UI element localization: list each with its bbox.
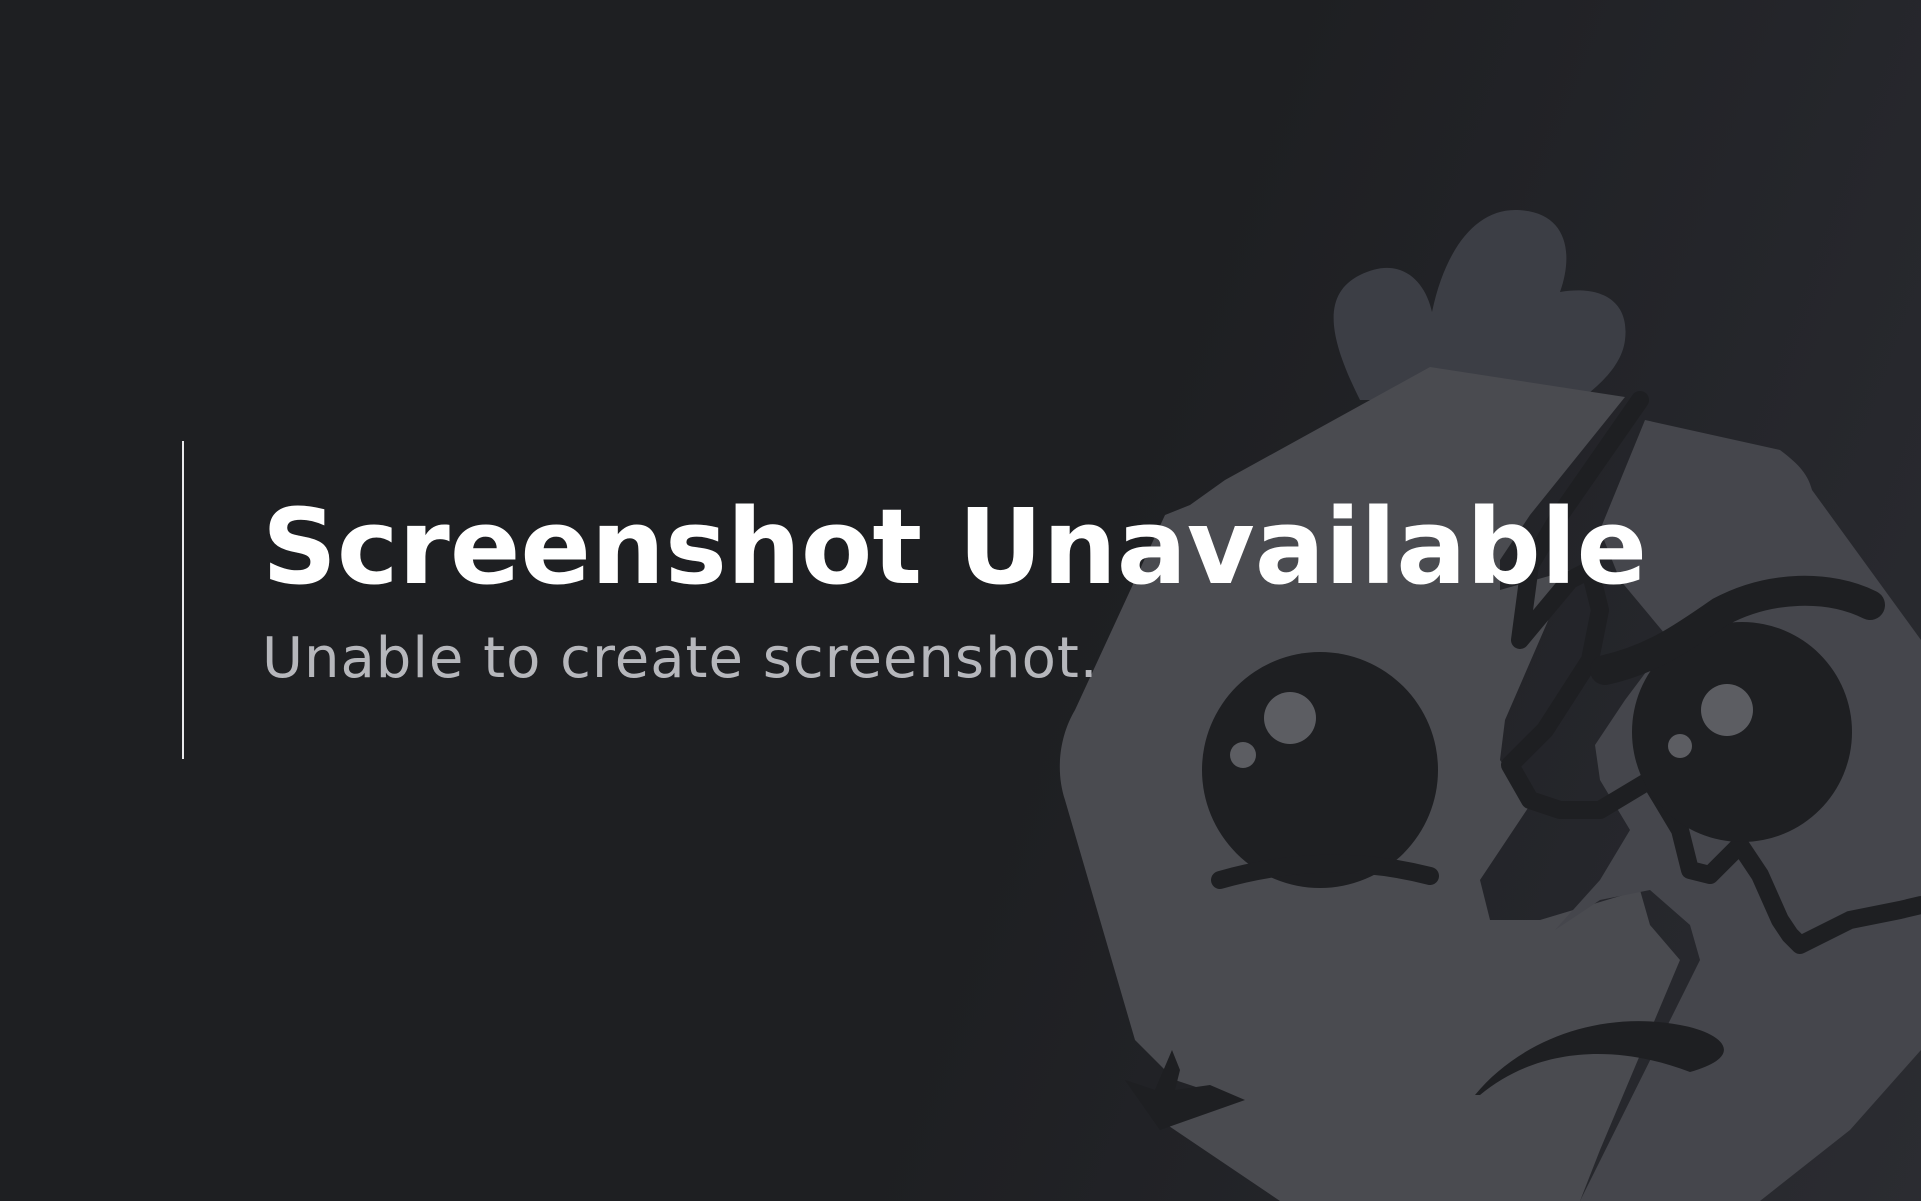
error-screen: Screenshot Unavailable Unable to create …	[0, 0, 1921, 1201]
error-subtitle: Unable to create screenshot.	[262, 626, 1099, 692]
accent-divider	[182, 441, 184, 759]
error-message: Screenshot Unavailable Unable to create …	[262, 486, 1648, 692]
mascot-tuft	[1333, 210, 1626, 400]
error-title: Screenshot Unavailable	[262, 486, 1648, 608]
